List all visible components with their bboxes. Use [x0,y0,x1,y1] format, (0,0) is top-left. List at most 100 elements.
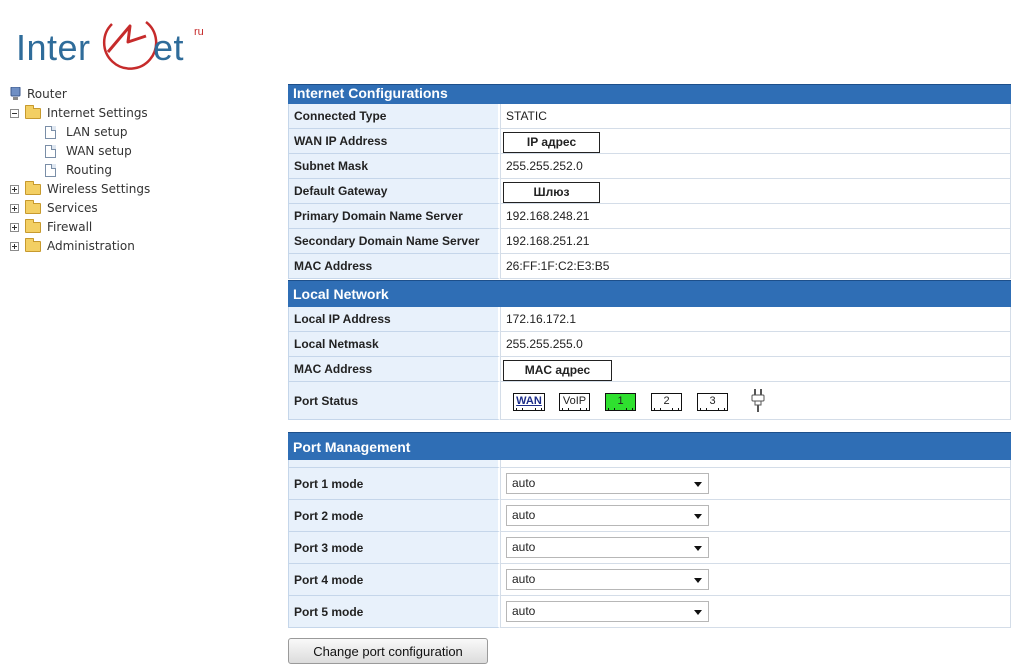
sidebar-item-label: Routing [66,163,113,177]
page-icon [45,164,56,177]
wan-ip-value: IP адрес [503,132,600,153]
port-3-mode-select[interactable]: auto [506,537,709,558]
row-value: 192.168.248.21 [500,204,1011,229]
sidebar-item-label: Wireless Settings [47,182,151,196]
table-row: Local IP Address 172.16.172.1 [288,307,1011,332]
port-3-icon: 3 [697,393,728,411]
select-value: auto [512,604,536,618]
sidebar-item-label: WAN setup [66,144,132,158]
sidebar-item-label: LAN setup [66,125,128,139]
row-value-cell: Шлюз [500,179,1011,204]
power-plug-icon [751,389,765,412]
table-row: Connected Type STATIC [288,104,1011,129]
row-value: 26:FF:1F:C2:E3:B5 [500,254,1011,279]
main-content: Internet Configurations Connected Type S… [288,84,1011,628]
row-value-cell: auto [500,564,1011,596]
port-voip-icon: VoIP [559,393,590,411]
folder-icon [25,181,41,195]
row-value: 255.255.255.0 [500,332,1011,357]
table-row: Local Netmask 255.255.255.0 [288,332,1011,357]
folder-open-icon [25,105,41,119]
row-label: Default Gateway [288,179,500,204]
table-row: MAC Address 26:FF:1F:C2:E3:B5 [288,254,1011,279]
table-row: Port 4 mode auto [288,564,1011,596]
expand-icon[interactable] [10,204,19,213]
dropdown-arrow-icon [694,546,702,551]
port-5-mode-select[interactable]: auto [506,601,709,622]
row-label: Port 4 mode [288,564,500,596]
change-port-config-button[interactable]: Change port configuration [288,638,488,664]
router-icon [10,87,21,100]
table-row: Primary Domain Name Server 192.168.248.2… [288,204,1011,229]
row-label: Port Status [288,382,500,420]
tree-root-label: Router [27,87,67,101]
row-label: Port 2 mode [288,500,500,532]
logo-text-left: Inter [16,27,91,68]
lan-mac-value: MAC адрес [503,360,612,381]
expand-icon[interactable] [10,242,19,251]
row-label: Port 3 mode [288,532,500,564]
collapse-icon[interactable] [10,109,19,118]
logo-text-right: et [153,27,185,68]
row-label: Port 1 mode [288,468,500,500]
row-value: STATIC [500,104,1011,129]
port-2-icon: 2 [651,393,682,411]
sidebar-item-label: Administration [47,239,135,253]
table-row: Port 3 mode auto [288,532,1011,564]
table-row: MAC Address MAC адрес [288,357,1011,382]
port-1-icon: 1 [605,393,636,411]
table-row: Subnet Mask 255.255.252.0 [288,154,1011,179]
row-value-cell: IP адрес [500,129,1011,154]
row-value-cell: MAC адрес [500,357,1011,382]
folder-icon [25,200,41,214]
dropdown-arrow-icon [694,610,702,615]
dropdown-arrow-icon [694,514,702,519]
port-wan-icon: WAN [513,393,545,411]
row-label: Port 5 mode [288,596,500,628]
table-row: Port Status WAN VoIP 1 2 3 [288,382,1011,420]
port-4-mode-select[interactable]: auto [506,569,709,590]
expand-icon[interactable] [10,223,19,232]
folder-icon [25,238,41,252]
row-value: 255.255.252.0 [500,154,1011,179]
internet-config-header: Internet Configurations [288,84,1011,104]
row-value: 192.168.251.21 [500,229,1011,254]
row-value-cell: auto [500,500,1011,532]
row-value: 172.16.172.1 [500,307,1011,332]
spacer-left [288,460,500,468]
port-1-mode-select[interactable]: auto [506,473,709,494]
logo-superscript: ru [194,26,204,38]
row-label: Primary Domain Name Server [288,204,500,229]
row-value-cell: auto [500,596,1011,628]
select-value: auto [512,572,536,586]
dropdown-arrow-icon [694,578,702,583]
row-label: Local IP Address [288,307,500,332]
port-management-header: Port Management [288,432,1011,460]
select-value: auto [512,540,536,554]
port-status-cell: WAN VoIP 1 2 3 [500,382,1011,420]
table-row: Port 5 mode auto [288,596,1011,628]
select-value: auto [512,508,536,522]
spacer-right [500,460,1011,468]
expand-icon[interactable] [10,185,19,194]
logo-mark-icon [102,21,158,70]
logo: Inter et ru [14,10,224,84]
row-label: Local Netmask [288,332,500,357]
table-spacer-row [288,460,1011,468]
row-label: Secondary Domain Name Server [288,229,500,254]
sidebar-item-label: Firewall [47,220,93,234]
row-label: WAN IP Address [288,129,500,154]
gateway-value: Шлюз [503,182,600,203]
sidebar-item-label: Internet Settings [47,106,148,120]
page-icon [45,145,56,158]
table-row: Default Gateway Шлюз [288,179,1011,204]
folder-icon [25,219,41,233]
row-value-cell: auto [500,532,1011,564]
row-label: MAC Address [288,254,500,279]
table-row: Port 1 mode auto [288,468,1011,500]
row-label: MAC Address [288,357,500,382]
port-2-mode-select[interactable]: auto [506,505,709,526]
table-row: WAN IP Address IP адрес [288,129,1011,154]
row-value-cell: auto [500,468,1011,500]
select-value: auto [512,476,536,490]
